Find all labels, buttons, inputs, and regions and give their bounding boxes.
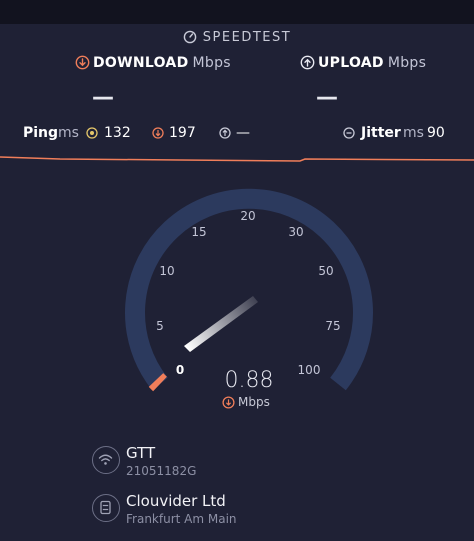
wifi-icon (92, 446, 120, 474)
gauge-tick-75: 75 (325, 319, 340, 333)
speed-gauge: 0 5 10 15 20 30 50 75 100 (125, 188, 373, 392)
current-speed-unit: Mbps (222, 395, 270, 409)
gauge-tick-30: 30 (288, 225, 303, 239)
gauge-tick-50: 50 (318, 264, 333, 278)
download-arrow-icon (222, 396, 235, 409)
isp-name: GTT (126, 444, 156, 462)
server-icon (92, 494, 120, 522)
gauge-progress (148, 373, 167, 392)
gauge-tick-15: 15 (191, 225, 206, 239)
gauge-tick-100: 100 (298, 363, 321, 377)
gauge-needle (184, 296, 258, 352)
isp-ip: 21051182G (126, 464, 197, 478)
gauge-tick-20: 20 (240, 209, 255, 223)
gauge-tick-10: 10 (159, 264, 174, 278)
gauge-tick-0: 0 (176, 363, 184, 377)
current-speed-value: 0.88 (224, 368, 274, 393)
gauge-tick-5: 5 (156, 319, 164, 333)
server-location: Frankfurt Am Main (126, 512, 237, 526)
current-speed-unit-label: Mbps (238, 395, 270, 409)
gauge-track (125, 188, 373, 391)
server-name: Clouvider Ltd (126, 492, 226, 510)
